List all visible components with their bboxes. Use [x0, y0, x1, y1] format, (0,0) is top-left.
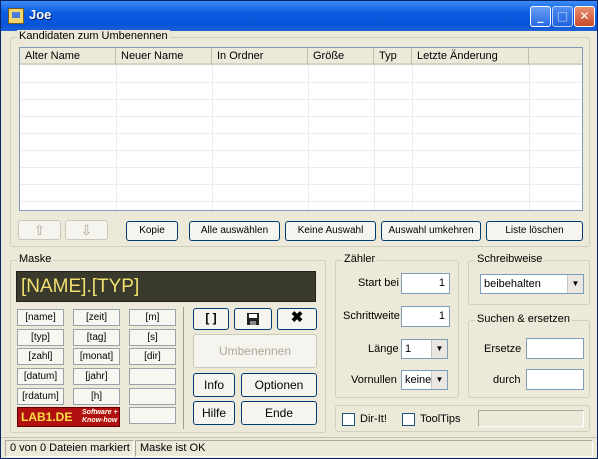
- replace-legend: Suchen & ersetzen: [475, 313, 572, 325]
- delete-mask-button[interactable]: ✖: [277, 308, 317, 330]
- token-tag-button[interactable]: [tag]: [73, 329, 120, 346]
- case-value: beibehalten: [484, 278, 541, 290]
- token-empty-button-3[interactable]: [129, 407, 176, 424]
- progress-field: [478, 410, 584, 427]
- column-header-folder[interactable]: In Ordner: [212, 48, 308, 65]
- candidates-legend: Kandidaten zum Umbenennen: [17, 30, 170, 42]
- column-header-old-name[interactable]: Alter Name: [20, 48, 116, 65]
- end-button[interactable]: Ende: [241, 401, 317, 425]
- column-header-modified[interactable]: Letzte Änderung: [412, 48, 529, 65]
- chevron-down-icon: ▼: [431, 340, 447, 358]
- dirit-label: Dir-It!: [360, 413, 387, 425]
- brackets-button[interactable]: [ ]: [193, 308, 229, 330]
- dirit-checkbox[interactable]: [342, 413, 355, 426]
- padding-value: keine: [405, 374, 432, 386]
- logo-subtext: Software + Know-how: [82, 409, 118, 424]
- column-header-new-name[interactable]: Neuer Name: [116, 48, 212, 65]
- chevron-down-icon: ▼: [431, 371, 447, 389]
- options-button[interactable]: Optionen: [241, 373, 317, 397]
- token-jahr-button[interactable]: [jahr]: [73, 368, 120, 385]
- token-h-button[interactable]: [h]: [73, 388, 120, 405]
- step-label: Schrittweite: [343, 310, 400, 322]
- copy-button[interactable]: Kopie: [126, 221, 178, 241]
- length-label: Länge: [368, 343, 399, 355]
- mask-separator: [183, 307, 184, 429]
- case-select[interactable]: beibehalten ▼: [480, 274, 584, 294]
- start-label: Start bei: [358, 277, 399, 289]
- token-s-button[interactable]: [s]: [129, 329, 176, 346]
- column-header-size[interactable]: Größe: [308, 48, 374, 65]
- length-value: 1: [405, 343, 412, 355]
- app-icon: [8, 8, 24, 24]
- select-all-button[interactable]: Alle auswählen: [189, 221, 280, 241]
- minimize-button[interactable]: _: [530, 6, 551, 27]
- status-marked: 0 von 0 Dateien markiert: [5, 440, 134, 457]
- token-datum-button[interactable]: [datum]: [17, 368, 64, 385]
- invert-selection-button[interactable]: Auswahl umkehren: [381, 221, 481, 241]
- move-down-button[interactable]: ⇩: [65, 220, 108, 240]
- step-input[interactable]: 1: [401, 306, 450, 327]
- maximize-button[interactable]: □: [552, 6, 573, 27]
- select-none-button[interactable]: Keine Auswahl: [285, 221, 376, 241]
- token-empty-button-1[interactable]: [129, 368, 176, 385]
- with-input[interactable]: [526, 369, 584, 390]
- padding-select[interactable]: keine ▼: [401, 370, 448, 390]
- window-title: Joe: [29, 7, 52, 22]
- token-m-button[interactable]: [m]: [129, 309, 176, 326]
- tooltips-checkbox[interactable]: [402, 413, 415, 426]
- token-zeit-button[interactable]: [zeit]: [73, 309, 120, 326]
- length-select[interactable]: 1 ▼: [401, 339, 448, 359]
- start-input[interactable]: 1: [401, 273, 450, 294]
- column-header-empty: [529, 48, 582, 65]
- token-name-button[interactable]: [name]: [17, 309, 64, 326]
- token-monat-button[interactable]: [monat]: [73, 348, 120, 365]
- counter-legend: Zähler: [342, 253, 378, 265]
- with-label: durch: [493, 374, 521, 386]
- logo-text: LAB1.DE: [21, 410, 73, 424]
- save-mask-button[interactable]: [234, 308, 272, 330]
- candidates-list[interactable]: Alter Name Neuer Name In Ordner Größe Ty…: [19, 47, 583, 211]
- main-window: Joe _ □ ✕ Kandidaten zum Umbenennen Alte…: [0, 0, 598, 459]
- token-empty-button-2[interactable]: [129, 388, 176, 405]
- padding-label: Vornullen: [351, 374, 397, 386]
- case-legend: Schreibweise: [475, 253, 545, 265]
- title-bar[interactable]: Joe _ □ ✕: [1, 1, 597, 31]
- token-zahl-button[interactable]: [zahl]: [17, 348, 64, 365]
- token-rdatum-button[interactable]: [rdatum]: [17, 388, 64, 405]
- rename-button[interactable]: Umbenennen: [193, 334, 317, 368]
- clear-list-button[interactable]: Liste löschen: [486, 221, 583, 241]
- move-up-button[interactable]: ⇧: [18, 220, 61, 240]
- token-typ-button[interactable]: [typ]: [17, 329, 64, 346]
- mask-input[interactable]: [NAME].[TYP]: [16, 271, 316, 302]
- lab1-logo[interactable]: LAB1.DE Software + Know-how: [17, 407, 120, 427]
- column-header-type[interactable]: Typ: [374, 48, 412, 65]
- info-button[interactable]: Info: [193, 373, 235, 397]
- floppy-disk-icon: [247, 313, 259, 325]
- replace-input[interactable]: [526, 338, 584, 359]
- help-button[interactable]: Hilfe: [193, 401, 235, 425]
- status-mask: Maske ist OK: [135, 440, 593, 457]
- tooltips-label: ToolTips: [420, 413, 461, 425]
- token-dir-button[interactable]: [dir]: [129, 348, 176, 365]
- replace-label: Ersetze: [484, 343, 522, 355]
- chevron-down-icon: ▼: [567, 275, 583, 293]
- close-button[interactable]: ✕: [574, 6, 595, 27]
- mask-legend: Maske: [17, 253, 54, 265]
- status-bar: 0 von 0 Dateien markiert Maske ist OK: [1, 437, 597, 458]
